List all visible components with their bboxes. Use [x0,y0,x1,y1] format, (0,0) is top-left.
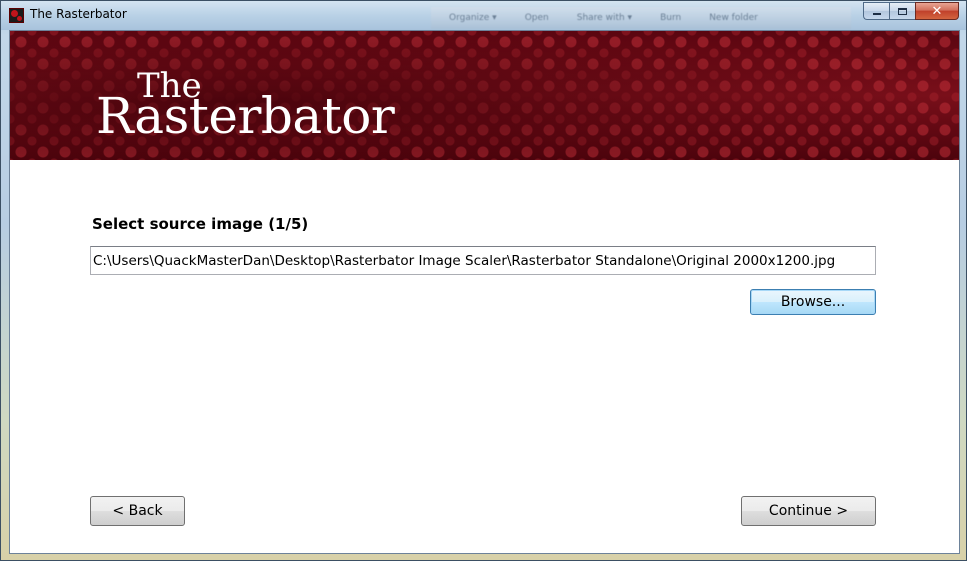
maximize-icon [898,7,907,15]
bg-toolbar-item: Organize ▾ [449,13,497,23]
source-image-path-field[interactable] [90,246,876,275]
close-button[interactable]: ✕ [915,2,959,20]
header-banner: The Rasterbator [10,31,959,160]
app-icon [9,8,24,23]
browse-button[interactable]: Browse... [750,289,876,315]
minimize-button[interactable] [863,2,889,20]
bg-toolbar-item: New folder [709,13,758,23]
background-explorer-toolbar: Organize ▾ Open Share with ▾ Burn New fo… [431,7,851,29]
maximize-button[interactable] [889,2,915,20]
step-heading: Select source image (1/5) [92,215,309,233]
window-title: The Rasterbator [30,7,127,21]
title-bar[interactable]: The Rasterbator Organize ▾ Open Share wi… [1,1,966,30]
wizard-client-area: The Rasterbator Select source image (1/5… [9,30,960,554]
close-icon: ✕ [931,3,943,19]
back-button[interactable]: < Back [90,496,185,526]
continue-button[interactable]: Continue > [741,496,876,526]
logo-title-text: Rasterbator [96,87,395,145]
bg-toolbar-item: Open [524,13,549,23]
app-window: The Rasterbator Organize ▾ Open Share wi… [0,0,967,561]
minimize-icon [872,13,881,15]
bg-toolbar-item: Share with ▾ [576,13,633,23]
caption-buttons: ✕ [863,2,959,20]
bg-toolbar-item: Burn [660,13,682,23]
